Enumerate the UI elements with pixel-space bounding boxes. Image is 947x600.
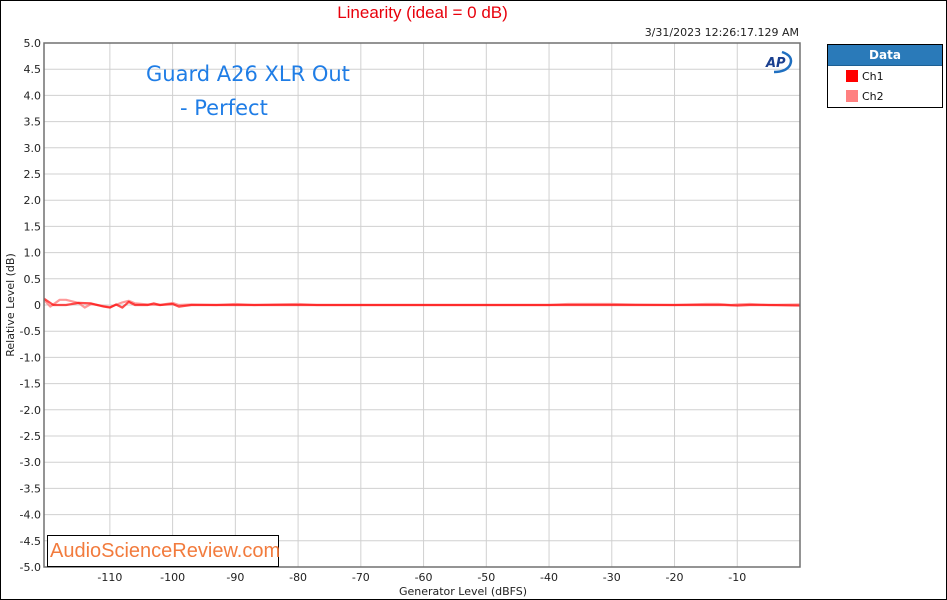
y-tick-label: -1.5 bbox=[20, 378, 41, 391]
y-tick-label: -2.0 bbox=[20, 404, 41, 417]
series-lines bbox=[43, 297, 801, 309]
series-line-ch1 bbox=[43, 297, 801, 309]
chart-svg: -110 -100 -90 -80 -70 -60 -50 -40 -30 -20 -10 5.0 4… bbox=[4, 37, 801, 598]
y-tick-label: 1.0 bbox=[24, 247, 42, 260]
legend-label-ch2: Ch2 bbox=[862, 89, 884, 103]
y-tick-label: 2.0 bbox=[24, 194, 42, 207]
x-tick-label: -40 bbox=[540, 571, 558, 584]
y-tick-labels: 5.0 4.5 4.0 3.5 3.0 2.5 2.0 1.5 1.0 0.5 0 -0.5 -1.0 -… bbox=[20, 37, 41, 574]
legend-title: Data bbox=[828, 45, 942, 66]
legend-item-ch2[interactable]: Ch2 bbox=[828, 86, 942, 106]
y-tick-label: 0 bbox=[34, 299, 41, 312]
ap-logo-text: AP bbox=[765, 56, 786, 71]
y-tick-label: -4.5 bbox=[20, 535, 41, 548]
x-tick-label: -10 bbox=[728, 571, 746, 584]
y-tick-label: -5.0 bbox=[20, 561, 41, 574]
x-tick-label: -100 bbox=[160, 571, 185, 584]
x-tick-label: -20 bbox=[666, 571, 684, 584]
y-tick-label: -3.0 bbox=[20, 456, 41, 469]
y-tick-label: 1.5 bbox=[24, 220, 42, 233]
legend: Data Ch1 Ch2 bbox=[827, 44, 943, 108]
x-tick-label: -50 bbox=[477, 571, 495, 584]
y-tick-label: -4.0 bbox=[20, 509, 41, 522]
x-axis-label: Generator Level (dBFS) bbox=[399, 585, 527, 598]
y-axis-label: Relative Level (dB) bbox=[4, 253, 17, 357]
x-tick-label: -60 bbox=[415, 571, 433, 584]
x-tick-label: -80 bbox=[289, 571, 307, 584]
y-tick-label: 0.5 bbox=[24, 273, 42, 286]
y-tick-label: -2.5 bbox=[20, 430, 41, 443]
x-tick-label: -90 bbox=[226, 571, 244, 584]
y-tick-label: -1.0 bbox=[20, 351, 41, 364]
annotation-device-name: Guard A26 XLR Out bbox=[146, 62, 350, 86]
y-tick-label: 3.0 bbox=[24, 142, 42, 155]
y-tick-label: 3.5 bbox=[24, 116, 42, 129]
x-tick-label: -70 bbox=[352, 571, 370, 584]
legend-swatch-ch2 bbox=[846, 90, 858, 102]
x-tick-label: -110 bbox=[97, 571, 122, 584]
annotation-verdict: - Perfect bbox=[180, 96, 268, 120]
x-tick-label: -30 bbox=[603, 571, 621, 584]
watermark: AudioScienceReview.com bbox=[47, 535, 280, 567]
y-tick-label: -0.5 bbox=[20, 325, 41, 338]
y-tick-label: 2.5 bbox=[24, 168, 42, 181]
ap-logo-icon: AP bbox=[764, 50, 794, 78]
y-tick-label: 4.0 bbox=[24, 89, 42, 102]
legend-item-ch1[interactable]: Ch1 bbox=[828, 66, 942, 86]
y-tick-label: -3.5 bbox=[20, 482, 41, 495]
legend-swatch-ch1 bbox=[846, 70, 858, 82]
legend-label-ch1: Ch1 bbox=[862, 69, 884, 83]
y-tick-label: 5.0 bbox=[24, 37, 42, 50]
x-tick-labels: -110 -100 -90 -80 -70 -60 -50 -40 -30 -20 -10 bbox=[97, 571, 746, 584]
y-tick-label: 4.5 bbox=[24, 63, 42, 76]
